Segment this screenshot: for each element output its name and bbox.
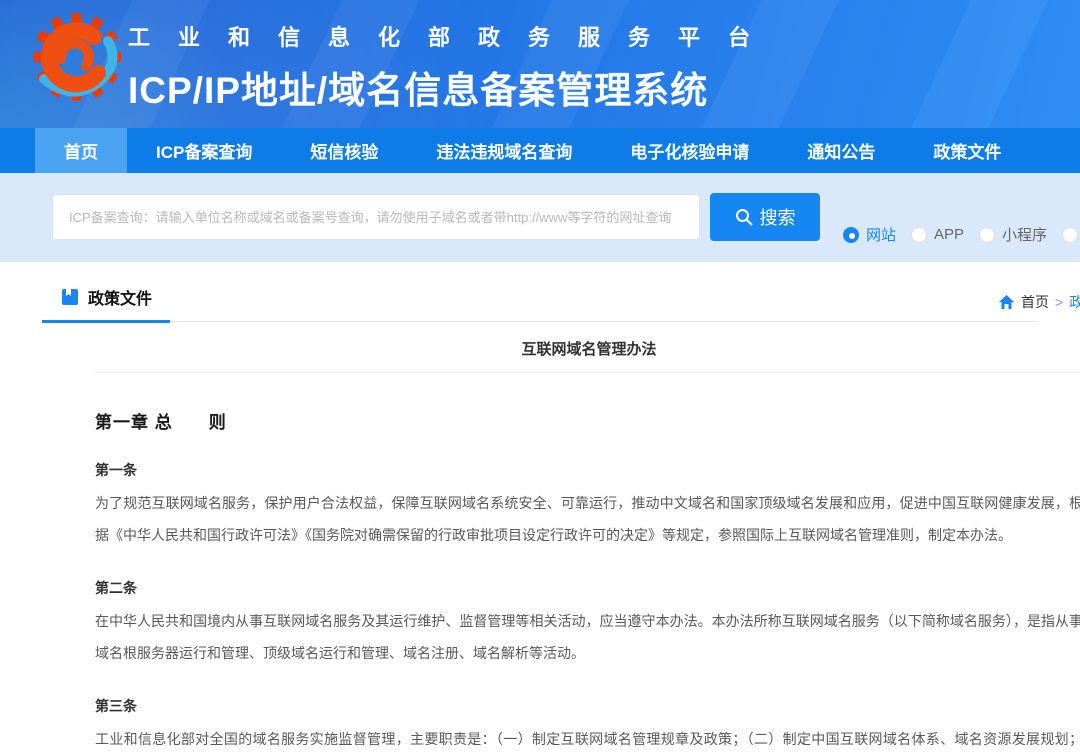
radio-mini-program[interactable]: 小程序 (979, 224, 1047, 245)
platform-name: 工业和信息化部政务服务平台 (128, 20, 778, 52)
radio-dot-icon (979, 227, 995, 243)
radio-app[interactable]: APP (911, 226, 964, 243)
miit-gear-e-logo-icon (28, 9, 126, 113)
clause-heading: 第三条 (95, 696, 1080, 716)
system-title: ICP/IP地址/域名信息备案管理系统 (128, 60, 778, 114)
article-divider (95, 372, 1080, 373)
article-title: 互联网域名管理办法 (95, 338, 1080, 359)
main-nav: 首页 ICP备案查询 短信核验 违法违规域名查询 电子化核验申请 通知公告 政策… (0, 128, 1080, 173)
search-band: 搜索 网站 APP 小程序 快应用 (0, 173, 1080, 262)
search-button-label: 搜索 (760, 204, 796, 230)
nav-item-home[interactable]: 首页 (35, 128, 127, 173)
nav-item-illegal-domain-query[interactable]: 违法违规域名查询 (407, 128, 601, 173)
site-header: 工业和信息化部政务服务平台 ICP/IP地址/域名信息备案管理系统 (0, 0, 1080, 128)
radio-website[interactable]: 网站 (843, 224, 896, 245)
radio-dot-icon (843, 227, 859, 243)
nav-item-notices[interactable]: 通知公告 (778, 128, 904, 173)
nav-item-e-verification-apply[interactable]: 电子化核验申请 (601, 128, 778, 173)
clause-text: 工业和信息化部对全国的域名服务实施监督管理，主要职责是：（一）制定互联网域名管理… (95, 723, 1080, 753)
section-title: 政策文件 (88, 285, 152, 309)
radio-label: 网站 (866, 224, 896, 245)
clause-heading: 第一条 (95, 460, 1080, 480)
icp-search-input[interactable] (52, 194, 700, 240)
nav-item-policy-files[interactable]: 政策文件 (904, 128, 1030, 173)
radio-dot-icon (911, 227, 927, 243)
tab-policy-files[interactable]: 政策文件 (42, 285, 170, 321)
magnifier-icon (735, 208, 753, 226)
search-type-radio-group: 网站 APP 小程序 快应用 (843, 224, 1080, 245)
clause-block: 第一条 为了规范互联网域名服务，保护用户合法权益，保障互联网域名系统安全、可靠运… (95, 460, 1080, 551)
clause-text: 在中华人民共和国境内从事互联网域名服务及其运行维护、监督管理等相关活动，应当遵守… (95, 605, 1080, 669)
book-icon (60, 287, 80, 307)
breadcrumb-separator: > (1055, 294, 1063, 310)
policy-article: 互联网域名管理办法 第一章 总 则 第一条 为了规范互联网域名服务，保护用户合法… (95, 338, 1080, 753)
home-icon (998, 294, 1015, 310)
breadcrumb-current: 政策文件 (1069, 292, 1080, 312)
chapter-heading: 第一章 总 则 (95, 408, 1080, 433)
radio-label: APP (934, 226, 964, 243)
breadcrumb-home-link[interactable]: 首页 (1021, 292, 1049, 312)
clause-block: 第二条 在中华人民共和国境内从事互联网域名服务及其运行维护、监督管理等相关活动，… (95, 578, 1080, 669)
search-button[interactable]: 搜索 (710, 193, 820, 241)
section-header: 政策文件 首页 > 政策文件 (42, 262, 1038, 322)
breadcrumb: 首页 > 政策文件 (998, 292, 1080, 312)
nav-item-icp-query[interactable]: ICP备案查询 (127, 128, 281, 173)
radio-dot-icon (1062, 227, 1078, 243)
nav-item-sms-verify[interactable]: 短信核验 (281, 128, 407, 173)
clause-heading: 第二条 (95, 578, 1080, 598)
radio-quick-app[interactable]: 快应用 (1062, 224, 1080, 245)
clause-text: 为了规范互联网域名服务，保护用户合法权益，保障互联网域名系统安全、可靠运行，推动… (95, 487, 1080, 551)
radio-label: 小程序 (1002, 224, 1047, 245)
clause-block: 第三条 工业和信息化部对全国的域名服务实施监督管理，主要职责是：（一）制定互联网… (95, 696, 1080, 753)
